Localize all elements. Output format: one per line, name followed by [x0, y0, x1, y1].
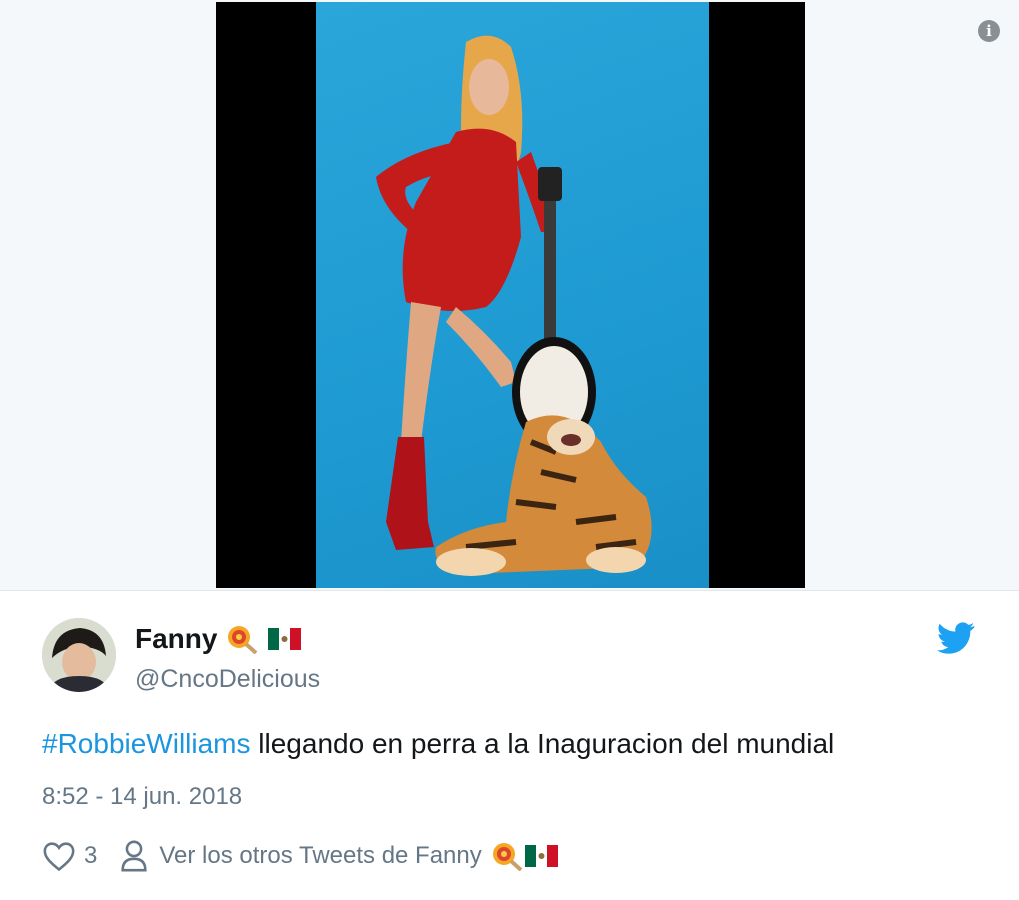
photo-content: [316, 2, 709, 588]
tweet-photo[interactable]: [216, 2, 805, 588]
like-count: 3: [84, 842, 98, 869]
display-name[interactable]: Fanny: [135, 623, 217, 655]
more-tweets-link[interactable]: Ver los otros Tweets de Fanny: [159, 842, 481, 870]
avatar-image: [42, 618, 116, 692]
divider: [0, 590, 1019, 591]
tweet-timestamp[interactable]: 8:52 - 14 jun. 2018: [42, 783, 242, 811]
person-icon[interactable]: [119, 839, 149, 873]
heart-icon[interactable]: [42, 840, 76, 872]
author-name-row[interactable]: Fanny: [135, 622, 302, 656]
mexico-flag-emoji: [268, 628, 302, 650]
tweet-body: llegando en perra a la Inaguracion del m…: [250, 728, 835, 759]
twitter-bird-icon[interactable]: [937, 622, 975, 654]
media-area: i: [0, 0, 1019, 590]
tweet-embed-card: i Fanny @CncoDelicious #RobbieWilliams l…: [0, 0, 1019, 900]
tweet-actions: 3 Ver los otros Tweets de Fanny: [42, 838, 558, 874]
avatar[interactable]: [42, 618, 116, 692]
photo-illustration: [376, 35, 652, 576]
lollipop-emoji: [492, 843, 523, 871]
lollipop-emoji: [228, 626, 258, 654]
hashtag-link[interactable]: #RobbieWilliams: [42, 728, 251, 759]
user-handle[interactable]: @CncoDelicious: [135, 665, 320, 694]
info-icon[interactable]: i: [978, 20, 1000, 42]
tweet-text: #RobbieWilliams llegando en perra a la I…: [42, 728, 834, 760]
mexico-flag-emoji: [524, 845, 558, 867]
